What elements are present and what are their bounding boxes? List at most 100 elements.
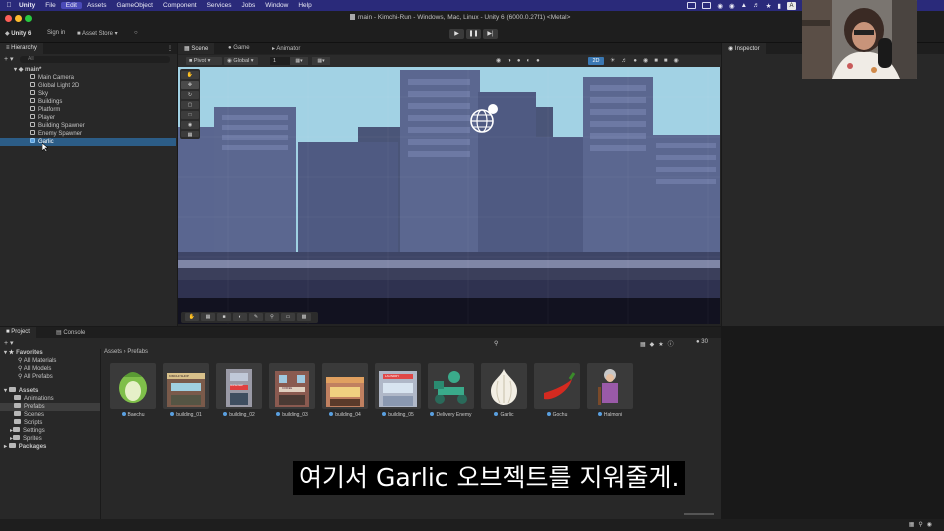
breadcrumb-prefabs[interactable]: Prefabs bbox=[127, 349, 148, 355]
snap-value-input[interactable]: 1 bbox=[270, 57, 292, 65]
hierarchy-item-selected[interactable]: Garlic bbox=[0, 138, 176, 146]
speaker-icon[interactable]: ♬ bbox=[753, 2, 760, 9]
palette-circle-icon[interactable]: ◐ bbox=[233, 313, 247, 321]
palette-brush-icon[interactable]: ✎ bbox=[249, 313, 263, 321]
tab-game[interactable]: ● Game bbox=[222, 43, 256, 54]
assets-root[interactable]: ▾ Assets bbox=[0, 387, 100, 395]
prefab-item[interactable]: Gochu bbox=[534, 363, 580, 418]
tab-inspector[interactable]: ◉ Inspector bbox=[722, 43, 766, 54]
folder-item[interactable]: ▸ Sprites bbox=[0, 435, 100, 443]
tab-hierarchy[interactable]: ≡ Hierarchy bbox=[0, 43, 43, 54]
menu-window[interactable]: Window bbox=[260, 2, 293, 9]
hierarchy-item[interactable]: Main Camera bbox=[0, 74, 176, 82]
menu-edit[interactable]: Edit bbox=[60, 2, 82, 9]
palette-eraser-icon[interactable]: ▭ bbox=[281, 313, 295, 321]
hierarchy-item[interactable]: Building Spawner bbox=[0, 122, 176, 130]
menu-app-unity[interactable]: Unity bbox=[14, 2, 40, 9]
palette-grid-icon[interactable]: ▦ bbox=[201, 313, 215, 321]
minimize-window-button[interactable] bbox=[15, 15, 22, 22]
input-source-button[interactable]: A bbox=[787, 1, 796, 10]
increment-snap-button[interactable]: ▦▾ bbox=[312, 57, 330, 65]
prefab-item[interactable]: Delivery Enemy bbox=[428, 363, 474, 418]
prefab-item[interactable]: Garlic bbox=[481, 363, 527, 418]
favorites-header[interactable]: ▾ ★ Favorites bbox=[0, 349, 100, 357]
hand-tool-icon[interactable]: ✋ bbox=[181, 71, 199, 79]
prefab-item[interactable]: RESTAURANT building_02 bbox=[216, 363, 262, 418]
add-object-button[interactable]: + ▾ bbox=[4, 55, 14, 63]
render-mode-icons[interactable]: ◉◑●◐● bbox=[496, 57, 546, 64]
folder-item[interactable]: Animations bbox=[0, 395, 100, 403]
cloud-icon[interactable]: ○ bbox=[134, 30, 138, 36]
palette-hand-icon[interactable]: ✋ bbox=[185, 313, 199, 321]
menu-component[interactable]: Component bbox=[158, 2, 202, 9]
close-window-button[interactable] bbox=[5, 15, 12, 22]
screen-record-icon[interactable] bbox=[687, 2, 697, 9]
transform-tool-icon[interactable]: ◉ bbox=[181, 121, 199, 129]
battery-icon[interactable]: ▮ bbox=[777, 2, 781, 10]
hierarchy-item[interactable]: Player bbox=[0, 114, 176, 122]
pivot-dropdown[interactable]: ■ Pivot ▾ bbox=[186, 57, 222, 65]
hierarchy-item[interactable]: Platform bbox=[0, 106, 176, 114]
account-button[interactable]: ◆ Unity 6 bbox=[5, 30, 31, 37]
search-icon[interactable]: ⚲ bbox=[494, 340, 498, 347]
scene-viewport[interactable]: ✋ ✥ ↻ ▢ □ ◉ ▦ ✋ ▦ ■ ◐ ✎ ⚲ ▭ ▩ bbox=[178, 67, 720, 324]
prefab-item[interactable]: Halmoni bbox=[587, 363, 633, 418]
project-filter-icons[interactable]: ▦◆★ⓘ bbox=[640, 339, 678, 348]
tab-project[interactable]: ■ Project bbox=[0, 327, 36, 338]
hierarchy-item[interactable]: Sky bbox=[0, 90, 176, 98]
tab-console[interactable]: ▤ Console bbox=[50, 327, 91, 338]
hierarchy-search-input[interactable]: All bbox=[20, 56, 170, 63]
scene-root-row[interactable]: ▾ ◆ main* bbox=[0, 66, 176, 74]
folder-item[interactable]: Scenes bbox=[0, 411, 100, 419]
global-dropdown[interactable]: ◉ Global ▾ bbox=[224, 57, 258, 65]
zoom-window-button[interactable] bbox=[25, 15, 32, 22]
global-light-gizmo-icon[interactable] bbox=[468, 103, 502, 137]
mode-2d-toggle[interactable]: 2D bbox=[588, 57, 604, 65]
folder-item[interactable]: Scripts bbox=[0, 419, 100, 427]
prefab-item[interactable]: building_04 bbox=[322, 363, 368, 418]
panel-menu-icon[interactable]: ⋮ bbox=[167, 45, 173, 52]
create-asset-button[interactable]: + ▾ bbox=[4, 339, 14, 347]
rotate-tool-icon[interactable]: ↻ bbox=[181, 91, 199, 99]
menu-help[interactable]: Help bbox=[293, 2, 316, 9]
hierarchy-item[interactable]: Enemy Spawner bbox=[0, 130, 176, 138]
menu-assets[interactable]: Assets bbox=[82, 2, 112, 9]
folder-item-selected[interactable]: Prefabs bbox=[0, 403, 100, 411]
sign-in-button[interactable]: Sign in bbox=[47, 30, 65, 36]
prefab-item[interactable]: COFFEE building_03 bbox=[269, 363, 315, 418]
palette-picker-icon[interactable]: ⚲ bbox=[265, 313, 279, 321]
play-button[interactable]: ▶ bbox=[449, 29, 464, 39]
prefab-item[interactable]: LAUNDRY building_05 bbox=[375, 363, 421, 418]
breadcrumb-assets[interactable]: Assets bbox=[104, 349, 122, 355]
tab-scene[interactable]: ▦ Scene bbox=[178, 43, 215, 54]
menu-gameobject[interactable]: GameObject bbox=[111, 2, 158, 9]
bluetooth-icon[interactable]: ★ bbox=[766, 2, 772, 10]
custom-tool-icon[interactable]: ▦ bbox=[181, 131, 199, 138]
circle-status-icon[interactable]: ◉ bbox=[717, 2, 723, 10]
palette-fill-icon[interactable]: ▩ bbox=[297, 313, 311, 321]
favorites-item[interactable]: ⚲ All Models bbox=[0, 365, 100, 373]
favorites-item[interactable]: ⚲ All Materials bbox=[0, 357, 100, 365]
scene-view-options-icons[interactable]: ☀♬●◉■■◉ bbox=[610, 57, 685, 64]
move-tool-icon[interactable]: ✥ bbox=[181, 81, 199, 89]
step-button[interactable]: ▶| bbox=[483, 29, 498, 39]
asset-store-button[interactable]: ■ Asset Store ▾ bbox=[77, 30, 118, 37]
display-icon[interactable] bbox=[702, 2, 712, 9]
packages-root[interactable]: ▸ Packages bbox=[0, 443, 100, 451]
pause-button[interactable]: ❚❚ bbox=[466, 29, 481, 39]
prefab-item[interactable]: KIMCHI SHOP building_01 bbox=[163, 363, 209, 418]
scale-tool-icon[interactable]: ▢ bbox=[181, 101, 199, 109]
prefab-item[interactable]: Baechu bbox=[110, 363, 156, 418]
hierarchy-item[interactable]: Buildings bbox=[0, 98, 176, 106]
favorites-item[interactable]: ⚲ All Prefabs bbox=[0, 373, 100, 381]
folder-item[interactable]: ▸ Settings bbox=[0, 427, 100, 435]
grid-snap-button[interactable]: ▦▾ bbox=[290, 57, 308, 65]
rect-tool-icon[interactable]: □ bbox=[181, 111, 199, 119]
menu-services[interactable]: Services bbox=[202, 2, 237, 9]
github-icon[interactable]: ◉ bbox=[729, 2, 735, 10]
menu-file[interactable]: File bbox=[40, 2, 60, 9]
hierarchy-item[interactable]: Global Light 2D bbox=[0, 82, 176, 90]
wifi-icon[interactable]: ▲ bbox=[741, 2, 747, 9]
thumbnail-size-slider[interactable] bbox=[684, 513, 714, 515]
apple-icon[interactable]:  bbox=[4, 2, 14, 9]
